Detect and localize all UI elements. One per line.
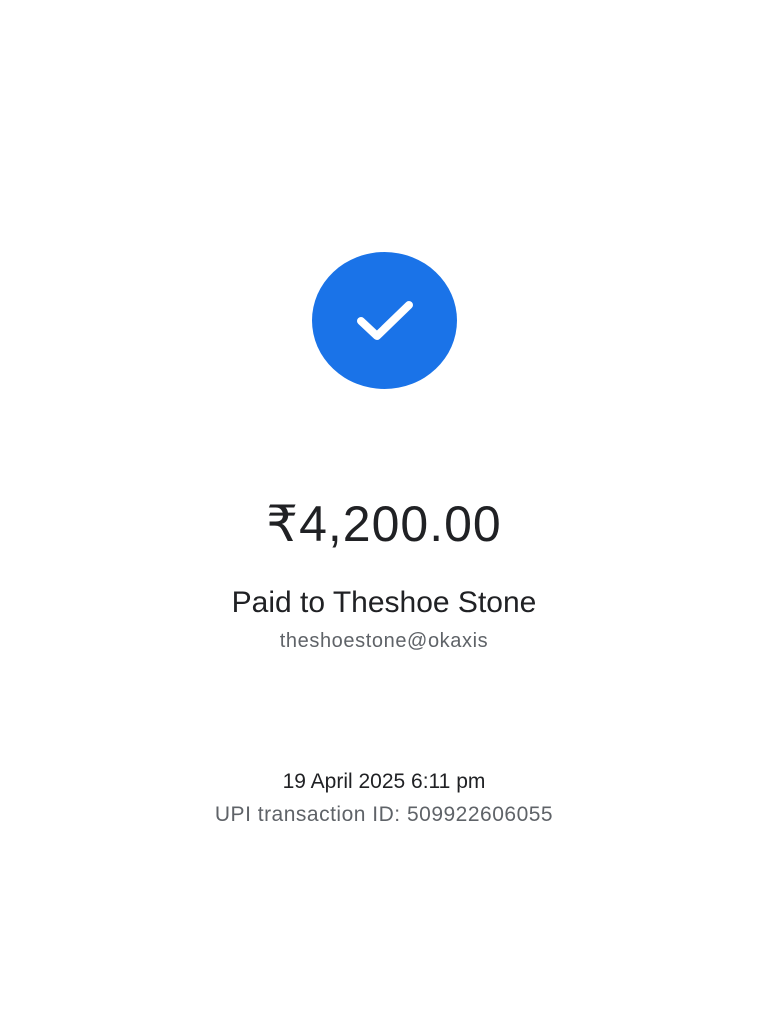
- payment-amount: ₹4,200.00: [266, 496, 502, 552]
- payee-upi-id: theshoestone@okaxis: [279, 630, 489, 652]
- checkmark-icon: [356, 300, 413, 340]
- check-circle-icon: [312, 252, 457, 389]
- paid-to-label: Paid to Theshoe Stone: [231, 586, 537, 619]
- transaction-datetime: 19 April 2025 6:11 pm: [282, 770, 486, 793]
- upi-transaction-id: UPI transaction ID: 509922606055: [214, 803, 554, 826]
